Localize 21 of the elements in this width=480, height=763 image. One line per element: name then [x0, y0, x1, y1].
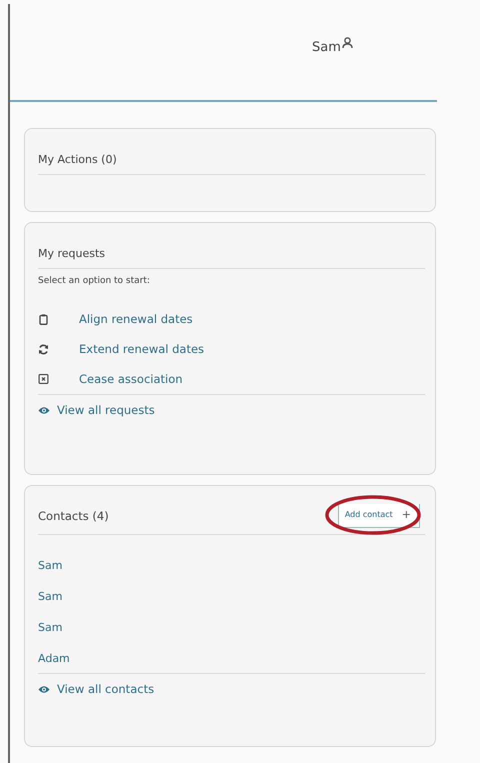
close-box-icon — [38, 374, 49, 384]
eye-icon — [38, 406, 50, 414]
hint-text: Select an option to start: — [38, 276, 151, 286]
user-name[interactable]: Sam — [312, 40, 341, 54]
view-all-requests-link[interactable]: View all requests — [57, 403, 155, 417]
request-option-link[interactable]: Align renewal dates — [79, 312, 193, 326]
contact-link[interactable]: Adam — [38, 652, 425, 665]
view-all-contacts-link[interactable]: View all contacts — [57, 682, 154, 696]
request-option-link[interactable]: Extend renewal dates — [79, 342, 204, 356]
card-title: Contacts (4) — [38, 509, 109, 523]
clipboard-icon — [38, 314, 49, 324]
card-title: My requests — [38, 247, 106, 260]
contact-link[interactable]: Sam — [38, 621, 425, 634]
add-contact-button[interactable]: Add contact + — [338, 504, 420, 528]
card-title: My Actions (0) — [38, 153, 118, 166]
contact-link[interactable]: Sam — [38, 590, 425, 603]
eye-icon — [38, 684, 50, 694]
contact-link[interactable]: Sam — [38, 559, 425, 572]
person-icon[interactable] — [342, 37, 353, 49]
request-option-link[interactable]: Cease association — [79, 372, 183, 386]
refresh-icon — [38, 344, 49, 354]
